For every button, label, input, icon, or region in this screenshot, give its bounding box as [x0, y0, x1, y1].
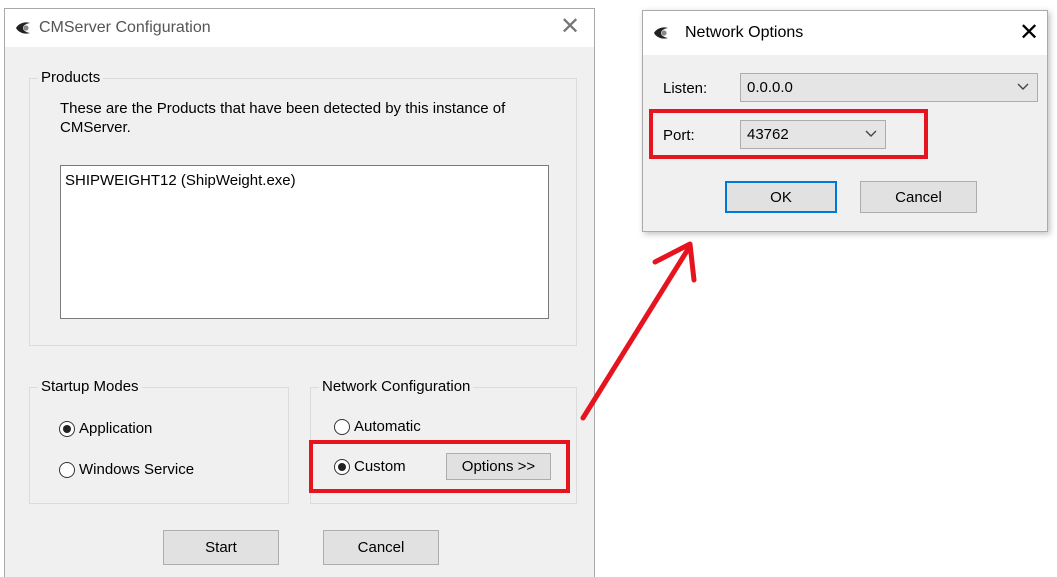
network-options-title: Network Options: [685, 24, 804, 41]
cancel-button[interactable]: Cancel: [323, 530, 439, 565]
products-description: These are the Products that have been de…: [60, 100, 506, 136]
network-cancel-button[interactable]: Cancel: [860, 181, 977, 213]
application-radio-label: Application: [79, 420, 153, 437]
application-radio[interactable]: Application: [59, 420, 152, 437]
main-titlebar[interactable]: CMServer Configuration ✕: [5, 9, 594, 47]
close-icon[interactable]: ✕: [1019, 21, 1039, 45]
windows-service-radio-button[interactable]: [59, 461, 75, 478]
listen-dropdown[interactable]: 0.0.0.0: [740, 73, 1038, 102]
automatic-radio[interactable]: Automatic: [334, 418, 421, 435]
network-options-titlebar[interactable]: Network Options ✕: [643, 11, 1047, 55]
automatic-radio-label: Automatic: [354, 418, 421, 435]
list-item[interactable]: SHIPWEIGHT12 (ShipWeight.exe): [65, 172, 544, 189]
main-window-title: CMServer Configuration: [39, 19, 211, 36]
windows-service-radio[interactable]: Windows Service: [59, 461, 194, 478]
application-radio-button[interactable]: [59, 420, 75, 437]
custom-highlight-box: [309, 440, 570, 493]
products-legend: Products: [38, 69, 104, 87]
windows-service-radio-label: Windows Service: [79, 461, 195, 478]
startup-modes-group: Startup Modes Application Windows Servic…: [29, 378, 289, 504]
arrow-icon: [580, 241, 697, 421]
chevron-down-icon: [1017, 83, 1029, 90]
automatic-radio-button[interactable]: [334, 418, 350, 435]
network-config-legend: Network Configuration: [319, 378, 474, 396]
listen-label: Listen:: [663, 80, 708, 97]
startup-modes-legend: Startup Modes: [38, 378, 142, 396]
listen-value: 0.0.0.0: [747, 79, 793, 96]
products-group: Products These are the Products that hav…: [29, 69, 577, 346]
eye-icon: [654, 27, 668, 39]
products-listbox[interactable]: SHIPWEIGHT12 (ShipWeight.exe): [60, 165, 549, 319]
start-button[interactable]: Start: [163, 530, 279, 565]
port-highlight-box: [649, 109, 928, 159]
close-icon[interactable]: ✕: [560, 15, 580, 39]
ok-button[interactable]: OK: [725, 181, 837, 213]
eye-icon: [16, 22, 30, 34]
